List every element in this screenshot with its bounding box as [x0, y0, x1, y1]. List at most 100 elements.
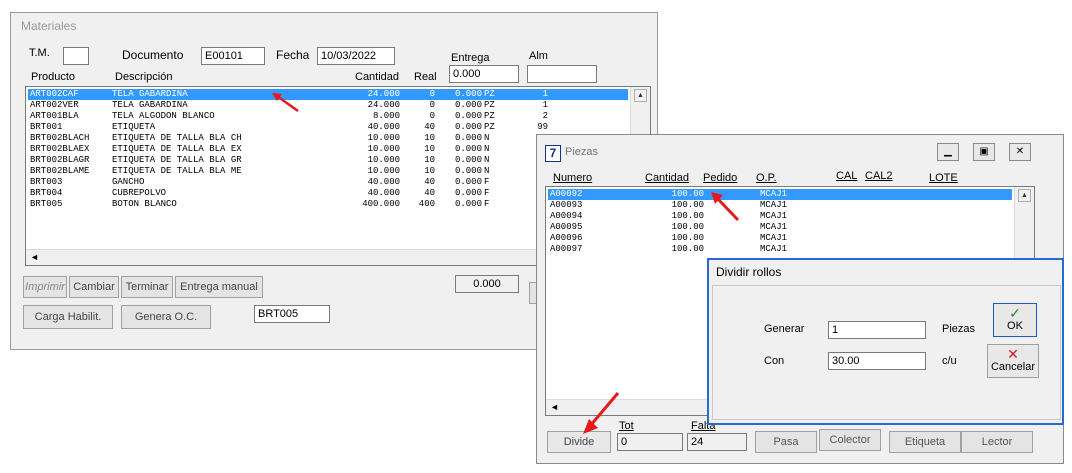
table-cell: 400.000	[362, 199, 400, 209]
col-descripcion: Descripción	[115, 71, 173, 83]
ok-button[interactable]: ✓ OK	[993, 303, 1037, 337]
table-cell: 100.00	[671, 211, 704, 221]
piezas-title: Piezas	[565, 146, 599, 158]
table-cell: MCAJ1	[760, 211, 788, 221]
table-cell: ETIQUETA DE TALLA BLA EX	[112, 144, 242, 154]
table-row[interactable]: A00097 100.00 MCAJ1	[548, 244, 1012, 255]
col-producto: Producto	[31, 71, 76, 83]
con-label: Con	[764, 355, 785, 367]
table-cell: 0.000	[454, 177, 482, 187]
table-cell: F	[484, 199, 490, 209]
scroll-left-icon[interactable]: ◄	[550, 402, 559, 412]
table-cell: PZ	[484, 111, 495, 121]
con-field[interactable]: 30.00	[828, 352, 926, 370]
cu-label: c/u	[942, 355, 957, 367]
col-cal2: CAL2	[865, 170, 893, 182]
lector-button[interactable]: Lector	[961, 431, 1033, 453]
table-row[interactable]: A00093 100.00 MCAJ1	[548, 200, 1012, 211]
table-cell: ART002CAF	[30, 89, 79, 99]
fecha-field[interactable]: 10/03/2022	[317, 47, 395, 65]
table-row[interactable]: ART002VER TELA GABARDINA 24.000 0 0.000 PZ 1	[28, 100, 628, 111]
table-cell: 0.000	[454, 133, 482, 143]
table-cell: 10	[424, 155, 435, 165]
table-cell: 0.000	[454, 199, 482, 209]
table-cell: BRT004	[30, 188, 63, 198]
imprimir-button[interactable]: Imprimir	[23, 276, 67, 298]
tot-field: 0	[617, 433, 683, 451]
col-pedido: Pedido	[703, 172, 738, 184]
table-cell: 1	[542, 100, 548, 110]
close-icon[interactable]: ✕	[1009, 143, 1031, 161]
colector-button[interactable]: Colector	[819, 429, 881, 451]
table-cell: 0.000	[454, 166, 482, 176]
table-row[interactable]: BRT001 ETIQUETA 40.000 40 0.000 PZ 99	[28, 122, 628, 133]
table-cell: 2	[542, 111, 548, 121]
terminar-button[interactable]: Terminar	[121, 276, 173, 298]
minimize-icon[interactable]: ▁	[937, 143, 959, 161]
pointer-arrow-icon	[711, 192, 740, 222]
table-cell: BRT002BLACH	[30, 133, 90, 143]
table-cell: 100.00	[671, 189, 704, 199]
table-cell: BOTON BLANCO	[112, 199, 177, 209]
table-cell: 0.000	[454, 111, 482, 121]
etiqueta-button[interactable]: Etiqueta	[889, 431, 961, 453]
entrega-field[interactable]: 0.000	[449, 65, 519, 83]
entrega-manual-button[interactable]: Entrega manual	[175, 276, 263, 298]
table-cell: 1	[542, 89, 548, 99]
table-cell: MCAJ1	[760, 222, 788, 232]
table-row[interactable]: A00092 100.00 MCAJ1	[548, 189, 1012, 200]
col-numero: Numero	[553, 172, 593, 184]
table-cell: 24.000	[367, 100, 400, 110]
table-cell: BRT003	[30, 177, 63, 187]
table-row[interactable]: ART001BLA TELA ALGODON BLANCO 8.000 0 0.000 P…	[28, 111, 628, 122]
col-cantidad: Cantidad	[355, 71, 400, 83]
scroll-up-icon[interactable]: ▲	[634, 89, 647, 102]
table-row[interactable]: A00095 100.00 MCAJ1	[548, 222, 1012, 233]
table-cell: MCAJ1	[760, 189, 788, 199]
table-cell: 40	[424, 177, 435, 187]
cambiar-button[interactable]: Cambiar	[69, 276, 119, 298]
table-cell: 0	[429, 100, 435, 110]
scroll-up-icon[interactable]: ▲	[1018, 189, 1031, 202]
table-cell: ETIQUETA DE TALLA BLA ME	[112, 166, 242, 176]
ok-label: OK	[1007, 320, 1023, 332]
table-cell: BRT005	[30, 199, 63, 209]
table-cell: 40.000	[367, 122, 400, 132]
table-cell: 99	[537, 122, 548, 132]
fecha-label: Fecha	[276, 48, 310, 62]
genera-oc-button[interactable]: Genera O.C.	[121, 305, 211, 329]
table-cell: F	[484, 177, 490, 187]
tm-field[interactable]	[63, 47, 89, 65]
selected-product-field[interactable]: BRT005	[254, 305, 330, 323]
table-cell: 100.00	[671, 222, 704, 232]
table-cell: 100.00	[671, 200, 704, 210]
table-cell: 400	[418, 199, 435, 209]
table-row[interactable]: A00096 100.00 MCAJ1	[548, 233, 1012, 244]
entrega-label: Entrega	[451, 52, 490, 64]
maximize-icon[interactable]: ▣	[973, 143, 995, 161]
piezas-app-icon: 7	[545, 145, 561, 162]
table-cell: PZ	[484, 100, 495, 110]
scroll-left-icon[interactable]: ◄	[30, 252, 39, 262]
table-row[interactable]: A00094 100.00 MCAJ1	[548, 211, 1012, 222]
alm-field[interactable]	[527, 65, 597, 83]
table-cell: MCAJ1	[760, 244, 788, 254]
table-cell: 0.000	[454, 144, 482, 154]
table-cell: A00092	[550, 189, 583, 199]
pasa-button[interactable]: Pasa	[755, 431, 817, 453]
table-cell: 10	[424, 133, 435, 143]
generar-field[interactable]: 1	[828, 321, 926, 339]
table-cell: A00096	[550, 233, 583, 243]
documento-field[interactable]: E00101	[201, 47, 265, 65]
table-cell: N	[484, 155, 490, 165]
table-cell: 0	[429, 89, 435, 99]
carga-habilit-button[interactable]: Carga Habilit.	[23, 305, 113, 329]
table-cell: MCAJ1	[760, 233, 788, 243]
table-cell: 8.000	[372, 111, 400, 121]
cancelar-button[interactable]: ✕ Cancelar	[987, 344, 1039, 378]
tm-label: T.M.	[29, 47, 50, 59]
table-cell: F	[484, 188, 490, 198]
table-cell: 10.000	[367, 155, 400, 165]
table-cell: 40	[424, 188, 435, 198]
table-row[interactable]: ART002CAF TELA GABARDINA 24.000 0 0.000 PZ 1	[28, 89, 628, 100]
